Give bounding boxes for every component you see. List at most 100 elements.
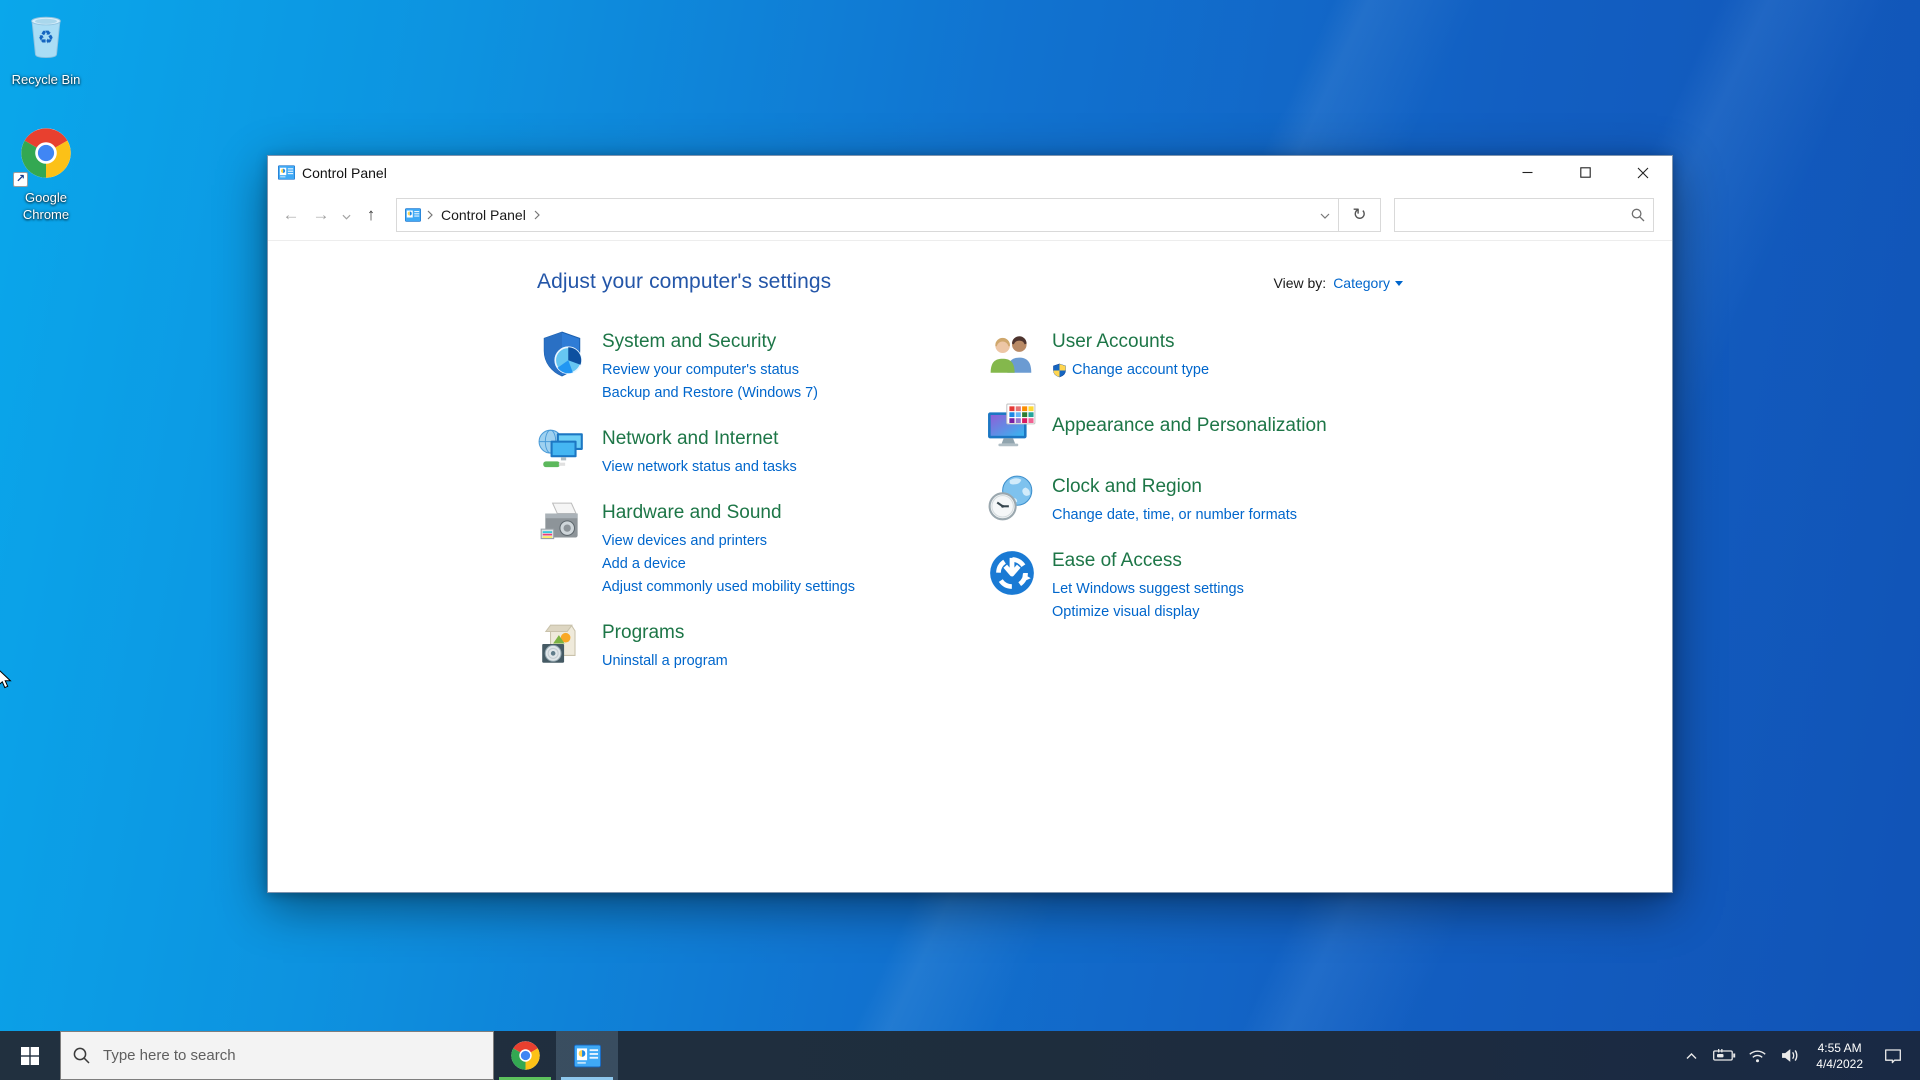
link-change-account-type[interactable]: Change account type [1052,359,1209,382]
taskbar-control-panel-button[interactable] [556,1031,618,1080]
link-optimize-visual-display[interactable]: Optimize visual display [1052,601,1244,624]
link-review-computer-status[interactable]: Review your computer's status [602,359,818,382]
address-dropdown-button[interactable] [1320,206,1330,224]
hardware-and-sound-icon[interactable] [537,500,587,550]
system-tray: 4:55 AM 4/4/2022 [1678,1031,1920,1080]
caret-down-icon [1395,280,1403,286]
battery-charging-icon [1712,1049,1735,1061]
chevron-up-icon [1686,1053,1697,1059]
refresh-button[interactable]: ↻ [1339,197,1381,232]
speaker-icon [1781,1049,1798,1062]
tray-volume-icon[interactable] [1777,1031,1803,1080]
category-system-and-security: System and Security Review your computer… [537,329,987,405]
appearance-personalization-icon[interactable] [987,403,1037,453]
category-appearance-personalization: Appearance and Personalization [987,403,1403,453]
recent-pages-dropdown[interactable] [338,205,354,225]
action-center-icon [1885,1048,1901,1063]
programs-icon[interactable] [537,620,587,670]
clock-date: 4/4/2022 [1816,1056,1863,1071]
breadcrumb-root[interactable]: Control Panel [439,207,528,223]
close-button[interactable] [1614,156,1672,189]
taskbar-search-input[interactable] [103,1047,481,1064]
link-adjust-mobility-settings[interactable]: Adjust commonly used mobility settings [602,576,855,599]
uac-shield-icon [1053,363,1066,378]
user-accounts-icon[interactable] [987,329,1037,379]
category-clock-and-region: Clock and Region Change date, time, or n… [987,474,1403,527]
categories-left-column: System and Security Review your computer… [537,329,987,694]
link-view-devices-printers[interactable]: View devices and printers [602,530,855,553]
search-icon[interactable] [1631,208,1645,222]
back-button[interactable]: ← [278,205,304,225]
tray-show-hidden-icons-button[interactable] [1678,1031,1704,1080]
search-icon [73,1047,90,1064]
wifi-icon [1749,1050,1766,1063]
tray-battery-icon[interactable] [1711,1031,1737,1080]
link-add-a-device[interactable]: Add a device [602,553,855,576]
categories-right-column: User Accounts Change account type Appear… [987,329,1403,694]
clock-and-region-icon[interactable] [987,474,1037,524]
control-panel-icon [573,1044,601,1067]
taskbar-clock[interactable]: 4:55 AM 4/4/2022 [1810,1040,1869,1072]
ease-of-access-icon[interactable] [987,548,1037,598]
mouse-cursor [0,670,12,689]
windows-logo-icon [21,1046,39,1065]
desktop-icon-google-chrome[interactable]: ↗ Google Chrome [2,126,90,223]
recycle-bin-label: Recycle Bin [11,72,81,87]
view-by-label: View by: [1273,275,1327,291]
navigation-bar: ← → ↑ Control Panel ↻ [268,189,1672,241]
taskbar: 4:55 AM 4/4/2022 [0,1031,1920,1080]
page-title: Adjust your computer's settings [537,270,832,293]
desktop: ♻ Recycle Bin ↗ Google Chrome Control Pa… [0,0,1920,1080]
titlebar[interactable]: Control Panel [268,156,1672,189]
taskbar-search-box[interactable] [60,1031,494,1080]
start-button[interactable] [0,1031,60,1080]
chrome-icon [510,1041,540,1070]
recycle-bin-icon: ♻ [31,16,61,59]
breadcrumb-control-panel-icon [405,207,421,222]
desktop-icon-recycle-bin[interactable]: ♻ Recycle Bin [2,8,90,88]
system-and-security-title[interactable]: System and Security [602,330,776,354]
user-accounts-title[interactable]: User Accounts [1052,330,1175,354]
control-panel-search-input[interactable] [1403,207,1631,222]
maximize-icon [1579,167,1591,178]
category-programs: Programs Uninstall a program [537,620,987,673]
chevron-down-icon [1320,213,1330,219]
svg-text:♻: ♻ [38,28,54,48]
chrome-label: Google Chrome [22,190,70,222]
up-button[interactable]: ↑ [358,205,384,225]
category-ease-of-access: Ease of Access Let Windows suggest setti… [987,548,1403,624]
control-panel-window: Control Panel ← → ↑ Control Panel ↻ Adju… [267,155,1673,893]
forward-button[interactable]: → [308,205,334,225]
breadcrumb-chevron-icon [427,210,433,219]
category-network-and-internet: Network and Internet View network status… [537,426,987,479]
minimize-icon [1522,171,1532,174]
maximize-button[interactable] [1556,156,1614,189]
window-title: Control Panel [302,164,387,181]
minimize-button[interactable] [1498,156,1556,189]
tray-network-icon[interactable] [1744,1031,1770,1080]
link-let-windows-suggest[interactable]: Let Windows suggest settings [1052,578,1244,601]
chevron-down-icon [341,214,351,220]
ease-of-access-title[interactable]: Ease of Access [1052,549,1182,573]
network-and-internet-icon[interactable] [537,426,587,476]
link-change-date-time-formats[interactable]: Change date, time, or number formats [1052,504,1297,527]
link-view-network-status[interactable]: View network status and tasks [602,456,797,479]
clock-and-region-title[interactable]: Clock and Region [1052,475,1202,499]
control-panel-search-box[interactable] [1394,197,1654,232]
hardware-and-sound-title[interactable]: Hardware and Sound [602,501,782,525]
control-panel-content: Adjust your computer's settings View by:… [268,241,1672,892]
link-backup-and-restore[interactable]: Backup and Restore (Windows 7) [602,382,818,405]
address-bar[interactable]: Control Panel [396,197,1339,232]
breadcrumb-chevron-icon[interactable] [534,210,540,220]
taskbar-chrome-button[interactable] [494,1031,556,1080]
view-by-dropdown[interactable]: Category [1333,275,1403,291]
network-and-internet-title[interactable]: Network and Internet [602,427,778,451]
link-uninstall-a-program[interactable]: Uninstall a program [602,650,728,673]
category-user-accounts: User Accounts Change account type [987,329,1403,382]
action-center-button[interactable] [1876,1031,1910,1080]
clock-time: 4:55 AM [1817,1040,1862,1055]
system-and-security-icon[interactable] [537,329,587,379]
appearance-personalization-title[interactable]: Appearance and Personalization [1052,414,1327,438]
control-panel-window-icon [278,165,295,180]
programs-title[interactable]: Programs [602,621,684,645]
